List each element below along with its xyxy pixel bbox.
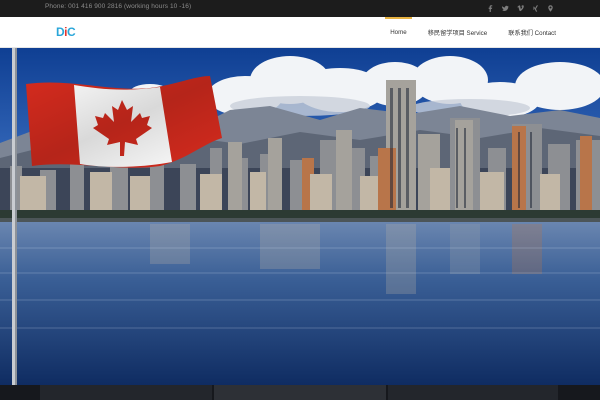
bottom-strip <box>0 385 600 400</box>
nav-item-contact[interactable]: 联系我们 Contact <box>508 17 556 48</box>
bottom-panel-3 <box>388 385 558 400</box>
top-info-bar: Phone: 001 416 900 2816 (working hours 1… <box>0 0 600 17</box>
hero-illustration <box>0 48 600 385</box>
nav-item-home[interactable]: Home <box>385 17 412 48</box>
location-pin-icon[interactable] <box>547 5 554 12</box>
twitter-icon[interactable] <box>502 5 509 12</box>
facebook-icon[interactable] <box>487 5 494 12</box>
hero-image <box>0 48 600 385</box>
phone-text: Phone: 001 416 900 2816 (working hours 1… <box>45 3 192 10</box>
social-links <box>487 0 554 17</box>
site-header: DiC Home 移民留学项目 Service 联系我们 Contact <box>0 17 600 48</box>
main-nav: Home 移民留学项目 Service 联系我们 Contact <box>369 17 556 48</box>
bottom-panel-1 <box>40 385 212 400</box>
xing-icon[interactable] <box>532 5 539 12</box>
nav-item-service[interactable]: 移民留学项目 Service <box>428 17 487 48</box>
bottom-panel-2 <box>214 385 386 400</box>
site-logo[interactable]: DiC <box>56 26 76 39</box>
vimeo-icon[interactable] <box>517 5 524 12</box>
